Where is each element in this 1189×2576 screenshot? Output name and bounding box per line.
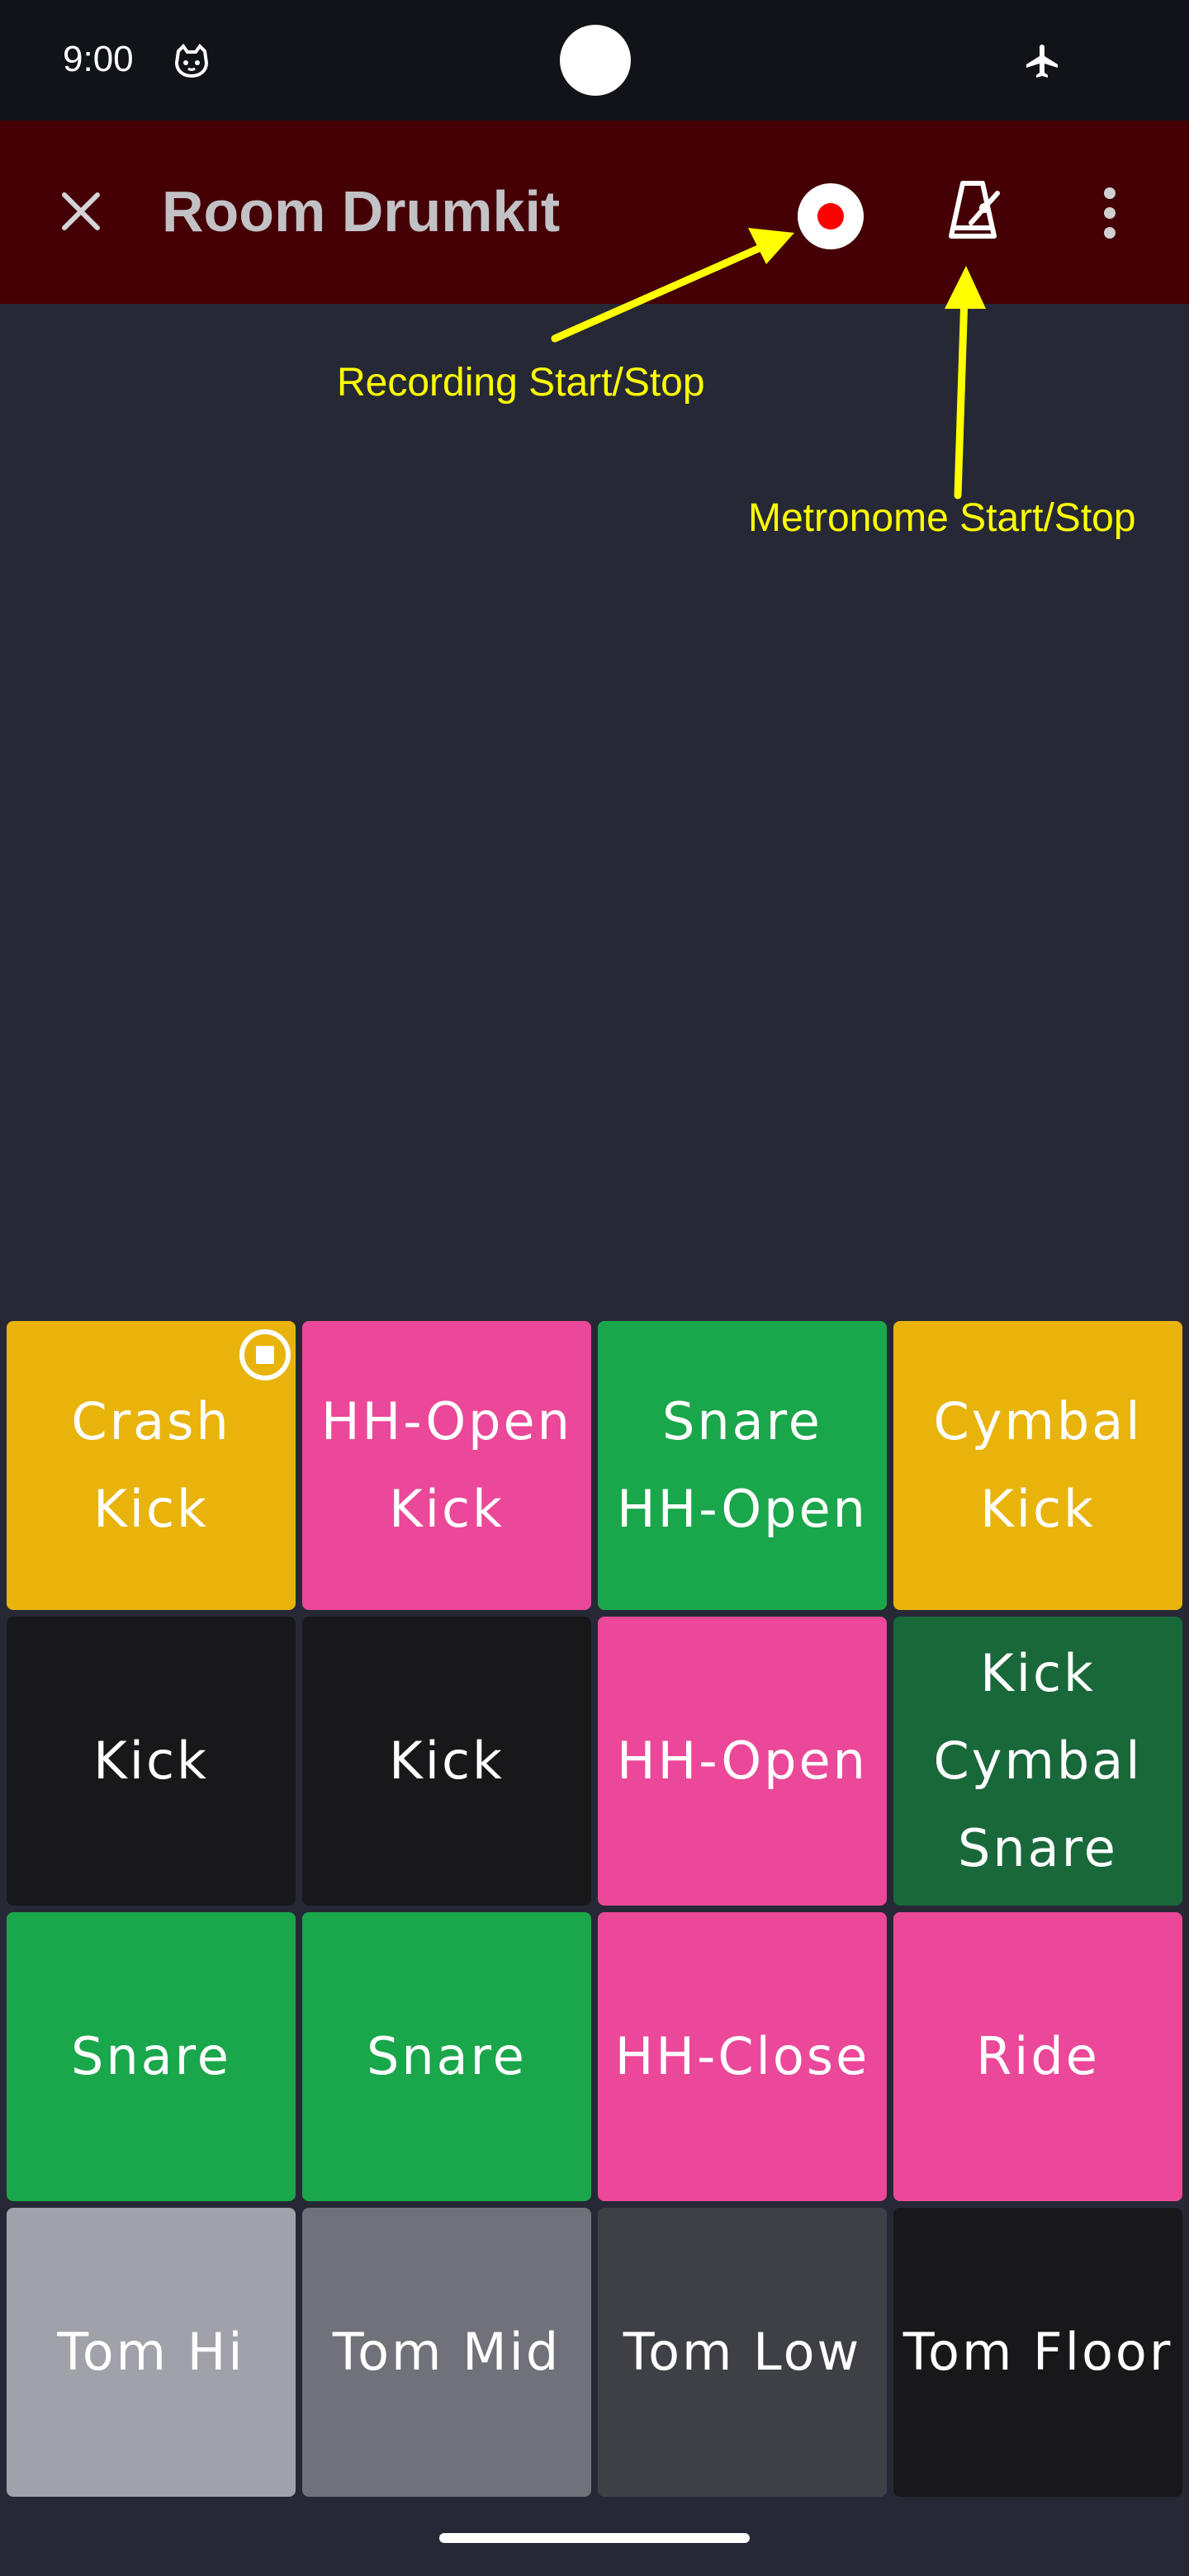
pad-label: Kick bbox=[980, 1643, 1096, 1703]
pad-label: Tom Floor bbox=[902, 2322, 1173, 2382]
record-button[interactable] bbox=[798, 183, 864, 249]
more-vert-icon[interactable] bbox=[1087, 180, 1133, 246]
pad-label: Kick bbox=[389, 1731, 504, 1791]
app-bar: Room Drumkit bbox=[0, 121, 1189, 304]
drum-pad[interactable]: HH-Open Kick bbox=[302, 1321, 591, 1610]
drum-pad[interactable]: HH-Close bbox=[598, 1912, 887, 2201]
pad-label: Snare bbox=[662, 1391, 822, 1451]
drum-pad[interactable]: Tom Hi bbox=[7, 2208, 296, 2497]
pad-label: Cymbal bbox=[933, 1391, 1143, 1451]
pad-label: HH-Open bbox=[617, 1731, 868, 1791]
drum-pad[interactable]: Snare bbox=[302, 1912, 591, 2201]
stop-square bbox=[256, 1346, 274, 1364]
recording-annotation: Recording Start/Stop bbox=[337, 361, 705, 405]
metronome-icon[interactable] bbox=[938, 177, 1007, 246]
menu-dot bbox=[1104, 227, 1116, 239]
drum-pad[interactable]: Ride bbox=[893, 1912, 1182, 2201]
pad-label: Snare bbox=[71, 2026, 231, 2086]
drum-pad[interactable]: Kick bbox=[302, 1617, 591, 1906]
drum-pad[interactable]: Cymbal Kick bbox=[893, 1321, 1182, 1610]
status-time: 9:00 bbox=[63, 39, 134, 79]
drum-pad[interactable]: Snare bbox=[7, 1912, 296, 2201]
drum-pad[interactable]: Tom Low bbox=[598, 2208, 887, 2497]
record-icon bbox=[817, 203, 844, 230]
close-button[interactable] bbox=[50, 180, 112, 243]
pad-label: HH-Open bbox=[321, 1391, 572, 1451]
status-bar: 9:00 bbox=[0, 0, 1189, 121]
pad-label: Crash bbox=[71, 1391, 231, 1451]
drum-pad[interactable]: Snare HH-Open bbox=[598, 1321, 887, 1610]
close-icon bbox=[62, 192, 100, 230]
pad-label: Kick bbox=[93, 1731, 209, 1791]
drum-pad[interactable]: Kick bbox=[7, 1617, 296, 1906]
drum-pad[interactable]: Tom Floor bbox=[893, 2208, 1182, 2497]
menu-dot bbox=[1104, 207, 1116, 219]
pad-label: Snare bbox=[958, 1818, 1118, 1878]
drum-pad[interactable]: Kick Cymbal Snare bbox=[893, 1617, 1182, 1906]
menu-dot bbox=[1104, 187, 1116, 199]
app-title: Room Drumkit bbox=[162, 179, 561, 244]
pad-label: Snare bbox=[367, 2026, 527, 2086]
pad-label: Tom Mid bbox=[332, 2322, 561, 2382]
pad-label: HH-Open bbox=[617, 1479, 868, 1539]
pad-label: Kick bbox=[389, 1479, 504, 1539]
drum-pad[interactable]: Tom Mid bbox=[302, 2208, 591, 2497]
pad-label: Kick bbox=[93, 1479, 209, 1539]
pad-label: Tom Hi bbox=[57, 2322, 245, 2382]
pad-label: Ride bbox=[976, 2026, 1100, 2086]
cat-face-icon bbox=[174, 43, 209, 78]
home-indicator[interactable] bbox=[439, 2533, 750, 2543]
pad-label: Cymbal bbox=[933, 1731, 1143, 1791]
stop-icon[interactable] bbox=[239, 1329, 291, 1380]
pad-label: Kick bbox=[980, 1479, 1096, 1539]
camera-cutout bbox=[560, 25, 631, 96]
drum-pad[interactable]: HH-Open bbox=[598, 1617, 887, 1906]
metronome-annotation: Metronome Start/Stop bbox=[748, 496, 1136, 540]
pad-label: Tom Low bbox=[623, 2322, 862, 2382]
drum-pad-grid: Crash Kick HH-Open Kick Snare HH-Open Cymbal Ki… bbox=[7, 1321, 1182, 2497]
pad-label: HH-Close bbox=[614, 2026, 870, 2086]
drum-pad[interactable]: Crash Kick bbox=[7, 1321, 296, 1610]
airplane-mode-icon bbox=[1026, 45, 1058, 78]
